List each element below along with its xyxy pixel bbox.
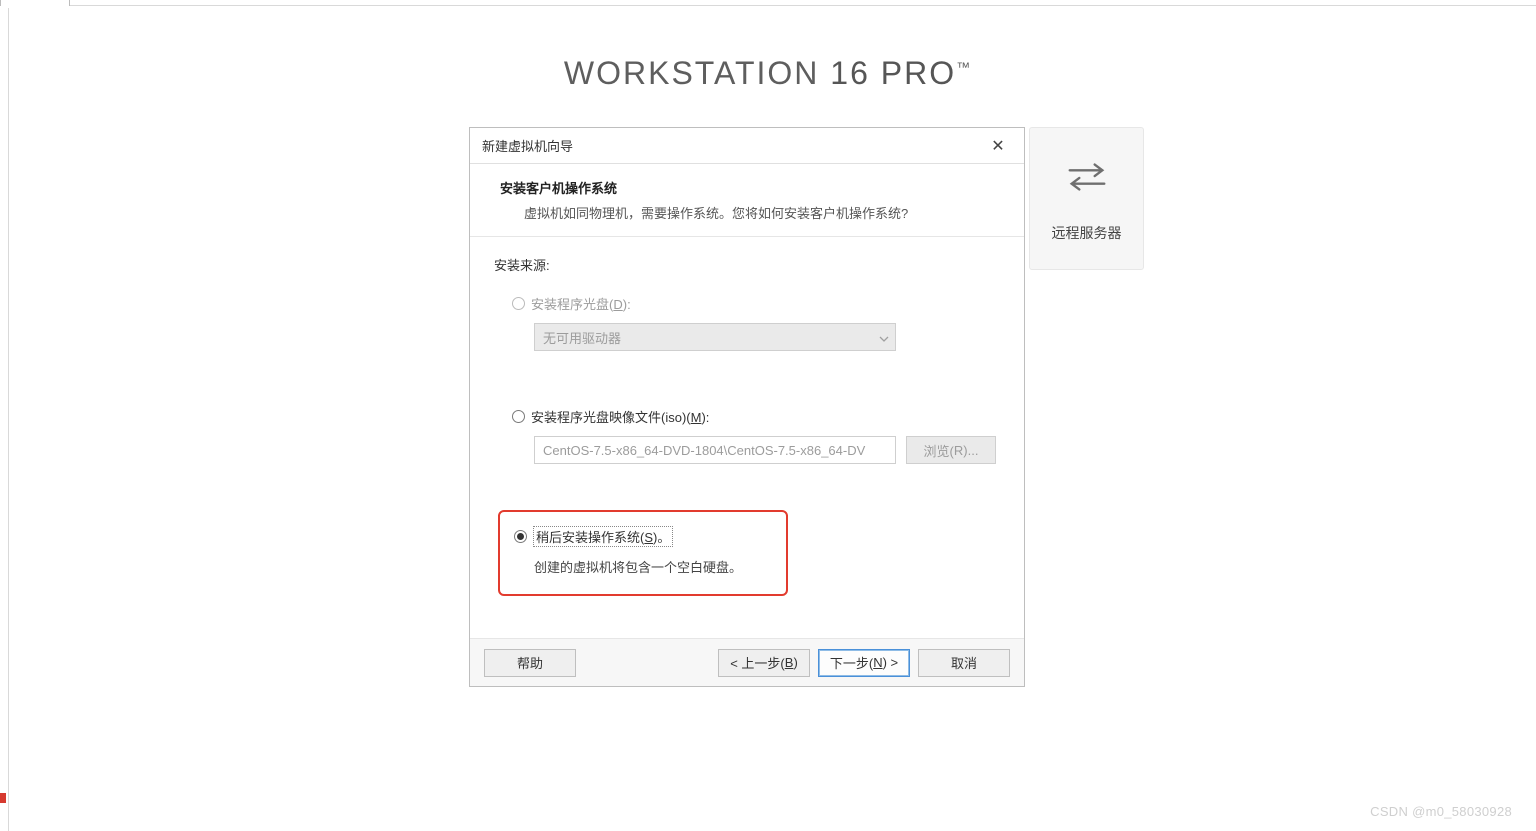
dialog-header-sub: 虚拟机如同物理机，需要操作系统。您将如何安装客户机操作系统?: [500, 197, 1024, 222]
option-iso-file-label: 安装程序光盘映像文件(iso)(M):: [531, 407, 709, 426]
dialog-body: 安装来源: 安装程序光盘(D): 无可用驱动器 安装程序光盘映像文件(iso)(…: [470, 237, 1024, 596]
close-icon: ✕: [991, 136, 1004, 156]
radio-install-later[interactable]: [514, 530, 527, 543]
chevron-down-icon: [879, 332, 889, 342]
brand-name-a: WORKSTATION: [564, 55, 819, 91]
disc-drive-combo: 无可用驱动器: [534, 323, 896, 351]
install-source-label: 安装来源:: [494, 255, 1000, 274]
option-install-later-desc: 创建的虚拟机将包含一个空白硬盘。: [534, 557, 772, 576]
tile-remote-server-label: 远程服务器: [1052, 223, 1122, 243]
disc-drive-combo-text: 无可用驱动器: [543, 328, 621, 347]
watermark: CSDN @m0_58030928: [1370, 804, 1512, 819]
brand-name-b: 16 PRO: [830, 55, 956, 91]
left-divider: [8, 8, 9, 831]
new-vm-wizard-dialog: 新建虚拟机向导 ✕ 安装客户机操作系统 虚拟机如同物理机，需要操作系统。您将如何…: [469, 127, 1025, 687]
truncated-tab: [0, 0, 70, 6]
tile-remote-server[interactable]: 远程服务器: [1029, 127, 1144, 270]
option-iso-file[interactable]: 安装程序光盘映像文件(iso)(M):: [512, 407, 1000, 426]
close-button[interactable]: ✕: [982, 134, 1014, 158]
selection-marker: [0, 793, 6, 803]
back-button[interactable]: < 上一步(B): [718, 649, 810, 677]
option-installer-disc-label: 安装程序光盘(D):: [531, 294, 631, 313]
dialog-title: 新建虚拟机向导: [480, 136, 982, 155]
tab-strip: [0, 0, 1536, 6]
browse-button: 浏览(R)...: [906, 436, 996, 464]
dialog-header-title: 安装客户机操作系统: [500, 178, 1024, 197]
option-installer-disc[interactable]: 安装程序光盘(D):: [512, 294, 1000, 313]
radio-installer-disc[interactable]: [512, 297, 525, 310]
product-brand: WORKSTATION 16 PRO™: [0, 55, 1536, 92]
help-button[interactable]: 帮助: [484, 649, 576, 677]
next-button[interactable]: 下一步(N) >: [818, 649, 910, 677]
dialog-header: 安装客户机操作系统 虚拟机如同物理机，需要操作系统。您将如何安装客户机操作系统?: [470, 164, 1024, 237]
iso-path-field: [534, 436, 896, 464]
cancel-button[interactable]: 取消: [918, 649, 1010, 677]
brand-tm: ™: [956, 59, 972, 75]
highlight-annotation: 稍后安装操作系统(S)。 创建的虚拟机将包含一个空白硬盘。: [498, 510, 788, 596]
option-install-later[interactable]: 稍后安装操作系统(S)。: [514, 526, 772, 547]
dialog-titlebar[interactable]: 新建虚拟机向导 ✕: [470, 128, 1024, 164]
connect-icon: [1064, 154, 1110, 205]
dialog-footer: 帮助 < 上一步(B) 下一步(N) > 取消: [470, 638, 1024, 686]
option-install-later-label: 稍后安装操作系统(S)。: [533, 526, 673, 547]
radio-iso-file[interactable]: [512, 410, 525, 423]
